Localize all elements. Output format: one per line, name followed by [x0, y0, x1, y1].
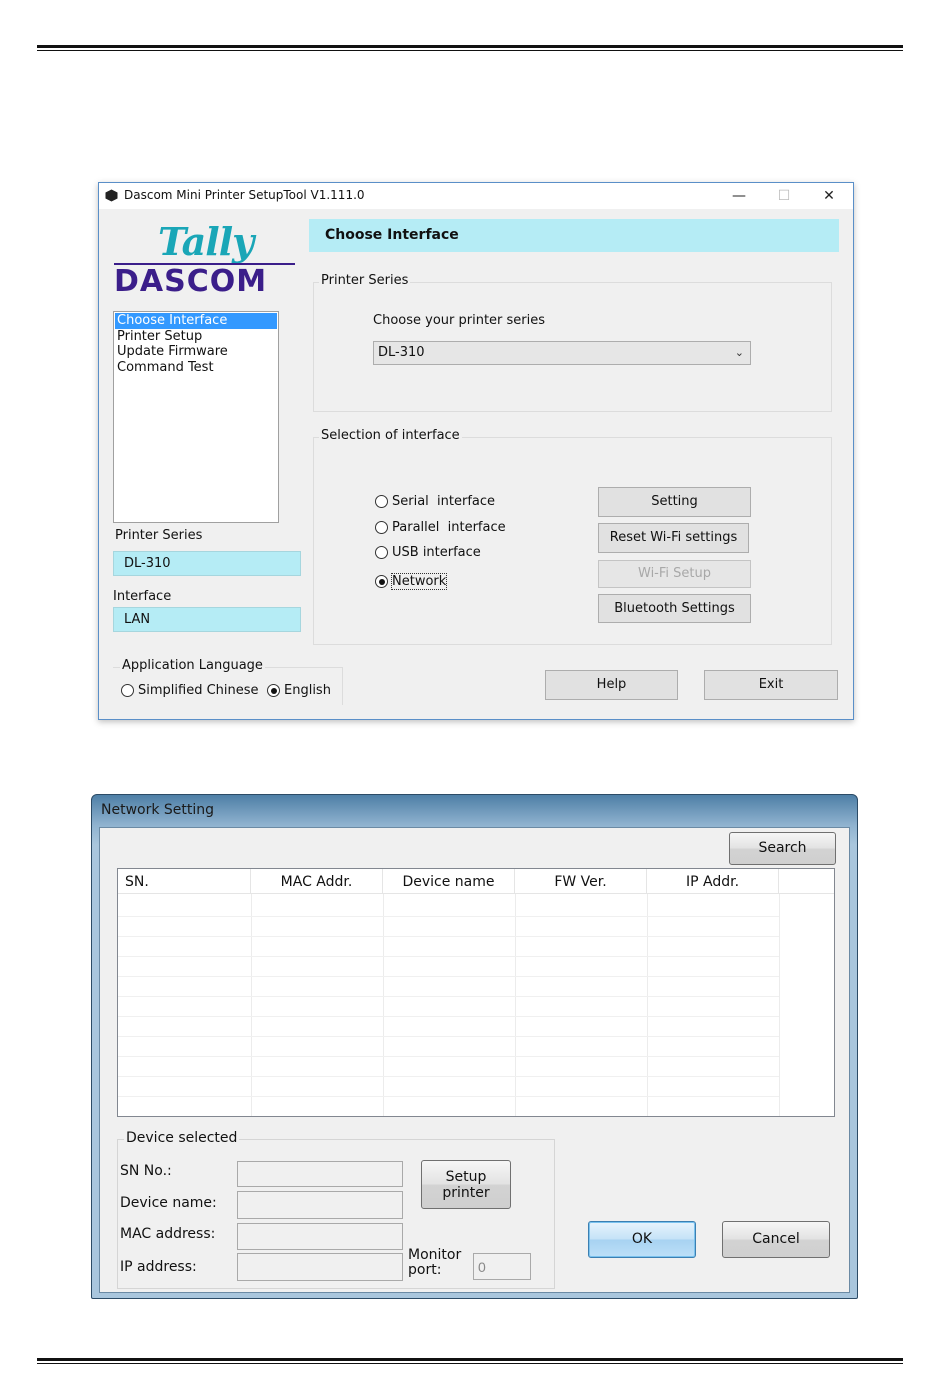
close-button[interactable]: ✕: [809, 185, 849, 207]
interface-group: [313, 437, 832, 645]
ip-address-label: IP address:: [120, 1259, 197, 1275]
radio-simplified-chinese[interactable]: Simplified Chinese: [121, 683, 259, 698]
radio-selected-icon: [267, 684, 280, 697]
column-header-mac[interactable]: MAC Addr.: [251, 869, 383, 894]
printer-series-select[interactable]: DL-310 ⌄: [373, 341, 751, 365]
setup-tool-window: Dascom Mini Printer SetupTool V1.111.0 —…: [98, 182, 854, 720]
interface-group-label: Selection of interface: [319, 428, 462, 443]
radio-circle-icon: [375, 521, 388, 534]
nav-item-command-test[interactable]: Command Test: [115, 360, 277, 376]
nav-item-printer-setup[interactable]: Printer Setup: [115, 329, 277, 345]
grid-line: [251, 894, 252, 1116]
title-bar[interactable]: Dascom Mini Printer SetupTool V1.111.0 —…: [99, 183, 853, 209]
device-list-header: SN. MAC Addr. Device name FW Ver. IP Add…: [118, 869, 834, 894]
radio-network-interface[interactable]: Network: [375, 573, 448, 590]
side-interface-value: LAN: [113, 607, 301, 632]
top-rule-thick: [37, 45, 903, 48]
ok-button[interactable]: OK: [588, 1221, 696, 1258]
mac-address-field[interactable]: [237, 1223, 403, 1250]
grid-line: [118, 1056, 779, 1057]
grid-line: [118, 956, 779, 957]
side-interface-label: Interface: [113, 589, 172, 604]
help-button[interactable]: Help: [545, 670, 678, 700]
monitor-port-field[interactable]: [473, 1253, 531, 1280]
bottom-rule-thick: [37, 1358, 903, 1361]
printer-series-prompt: Choose your printer series: [373, 313, 546, 328]
radio-circle-icon: [121, 684, 134, 697]
grid-line: [118, 1036, 779, 1037]
column-header-sn[interactable]: SN.: [118, 869, 251, 894]
setup-printer-button[interactable]: Setup printer: [421, 1160, 511, 1209]
dascom-logo: DASCOM: [114, 263, 295, 297]
wifi-setup-button[interactable]: Wi-Fi Setup: [598, 560, 751, 588]
monitor-port-label-line1: Monitor: [408, 1247, 462, 1263]
bluetooth-settings-button[interactable]: Bluetooth Settings: [598, 594, 751, 623]
printer-series-select-value: DL-310: [378, 345, 425, 360]
radio-selected-icon: [375, 575, 388, 588]
sn-field[interactable]: [237, 1161, 403, 1187]
window-title: Dascom Mini Printer SetupTool V1.111.0: [124, 188, 365, 202]
radio-circle-icon: [375, 495, 388, 508]
radio-circle-icon: [375, 546, 388, 559]
tally-logo: Tally: [158, 219, 254, 264]
grid-line: [779, 894, 780, 1116]
device-list[interactable]: SN. MAC Addr. Device name FW Ver. IP Add…: [117, 868, 835, 1117]
grid-line: [118, 1076, 779, 1077]
radio-english-label: English: [284, 683, 331, 698]
page-header: Choose Interface: [309, 219, 839, 252]
minimize-button[interactable]: —: [719, 185, 759, 207]
setup-printer-label-line2: printer: [442, 1185, 490, 1201]
column-header-device-name[interactable]: Device name: [383, 869, 515, 894]
monitor-port-label: Monitor port:: [408, 1248, 461, 1278]
bottom-rule-thin: [37, 1363, 903, 1364]
radio-usb-interface[interactable]: USB interface: [375, 545, 481, 560]
grid-line: [118, 976, 779, 977]
maximize-button[interactable]: ☐: [764, 185, 804, 207]
radio-usb-label: USB interface: [392, 545, 481, 560]
nav-item-choose-interface[interactable]: Choose Interface: [115, 313, 277, 329]
grid-line: [383, 894, 384, 1116]
reset-wifi-button[interactable]: Reset Wi-Fi settings: [598, 523, 749, 553]
network-window-client: Search SN. MAC Addr. Device name FW Ver.…: [99, 827, 850, 1293]
ip-address-field[interactable]: [237, 1253, 403, 1281]
device-selected-label: Device selected: [124, 1130, 240, 1146]
monitor-port-label-line2: port:: [408, 1262, 442, 1278]
grid-line: [118, 936, 779, 937]
setting-button[interactable]: Setting: [598, 487, 751, 517]
setup-printer-label-line1: Setup: [445, 1169, 487, 1185]
search-button[interactable]: Search: [729, 832, 836, 865]
printer-app-icon: [105, 189, 118, 202]
grid-line: [118, 1096, 779, 1097]
grid-line: [647, 894, 648, 1116]
top-rule-thin: [37, 50, 903, 51]
exit-button[interactable]: Exit: [704, 670, 838, 700]
radio-serial-interface[interactable]: Serial interface: [375, 494, 495, 509]
grid-line: [118, 1016, 779, 1017]
cancel-button[interactable]: Cancel: [722, 1221, 830, 1258]
device-name-field[interactable]: [237, 1191, 403, 1219]
chevron-down-icon: ⌄: [734, 346, 744, 359]
language-group-label: Application Language: [120, 658, 265, 673]
column-header-ip[interactable]: IP Addr.: [647, 869, 779, 894]
radio-simplified-chinese-label: Simplified Chinese: [138, 683, 259, 698]
side-printer-series-label: Printer Series: [115, 528, 203, 543]
grid-line: [118, 916, 779, 917]
device-name-label: Device name:: [120, 1195, 217, 1211]
grid-line: [118, 996, 779, 997]
nav-list[interactable]: Choose Interface Printer Setup Update Fi…: [113, 311, 279, 523]
column-header-fw-ver[interactable]: FW Ver.: [515, 869, 647, 894]
grid-line: [515, 894, 516, 1116]
network-window-title: Network Setting: [101, 802, 215, 818]
radio-serial-label: Serial interface: [392, 494, 496, 509]
radio-network-label: Network: [390, 573, 448, 590]
side-printer-series-value: DL-310: [113, 551, 301, 576]
radio-english[interactable]: English: [267, 683, 331, 698]
sn-label: SN No.:: [120, 1163, 172, 1179]
network-setting-window: Network Setting Search SN. MAC Addr. Dev…: [91, 794, 858, 1299]
mac-address-label: MAC address:: [120, 1226, 216, 1242]
nav-item-update-firmware[interactable]: Update Firmware: [115, 344, 277, 360]
radio-parallel-label: Parallel interface: [392, 520, 506, 535]
radio-parallel-interface[interactable]: Parallel interface: [375, 520, 506, 535]
printer-series-group-label: Printer Series: [319, 273, 411, 288]
